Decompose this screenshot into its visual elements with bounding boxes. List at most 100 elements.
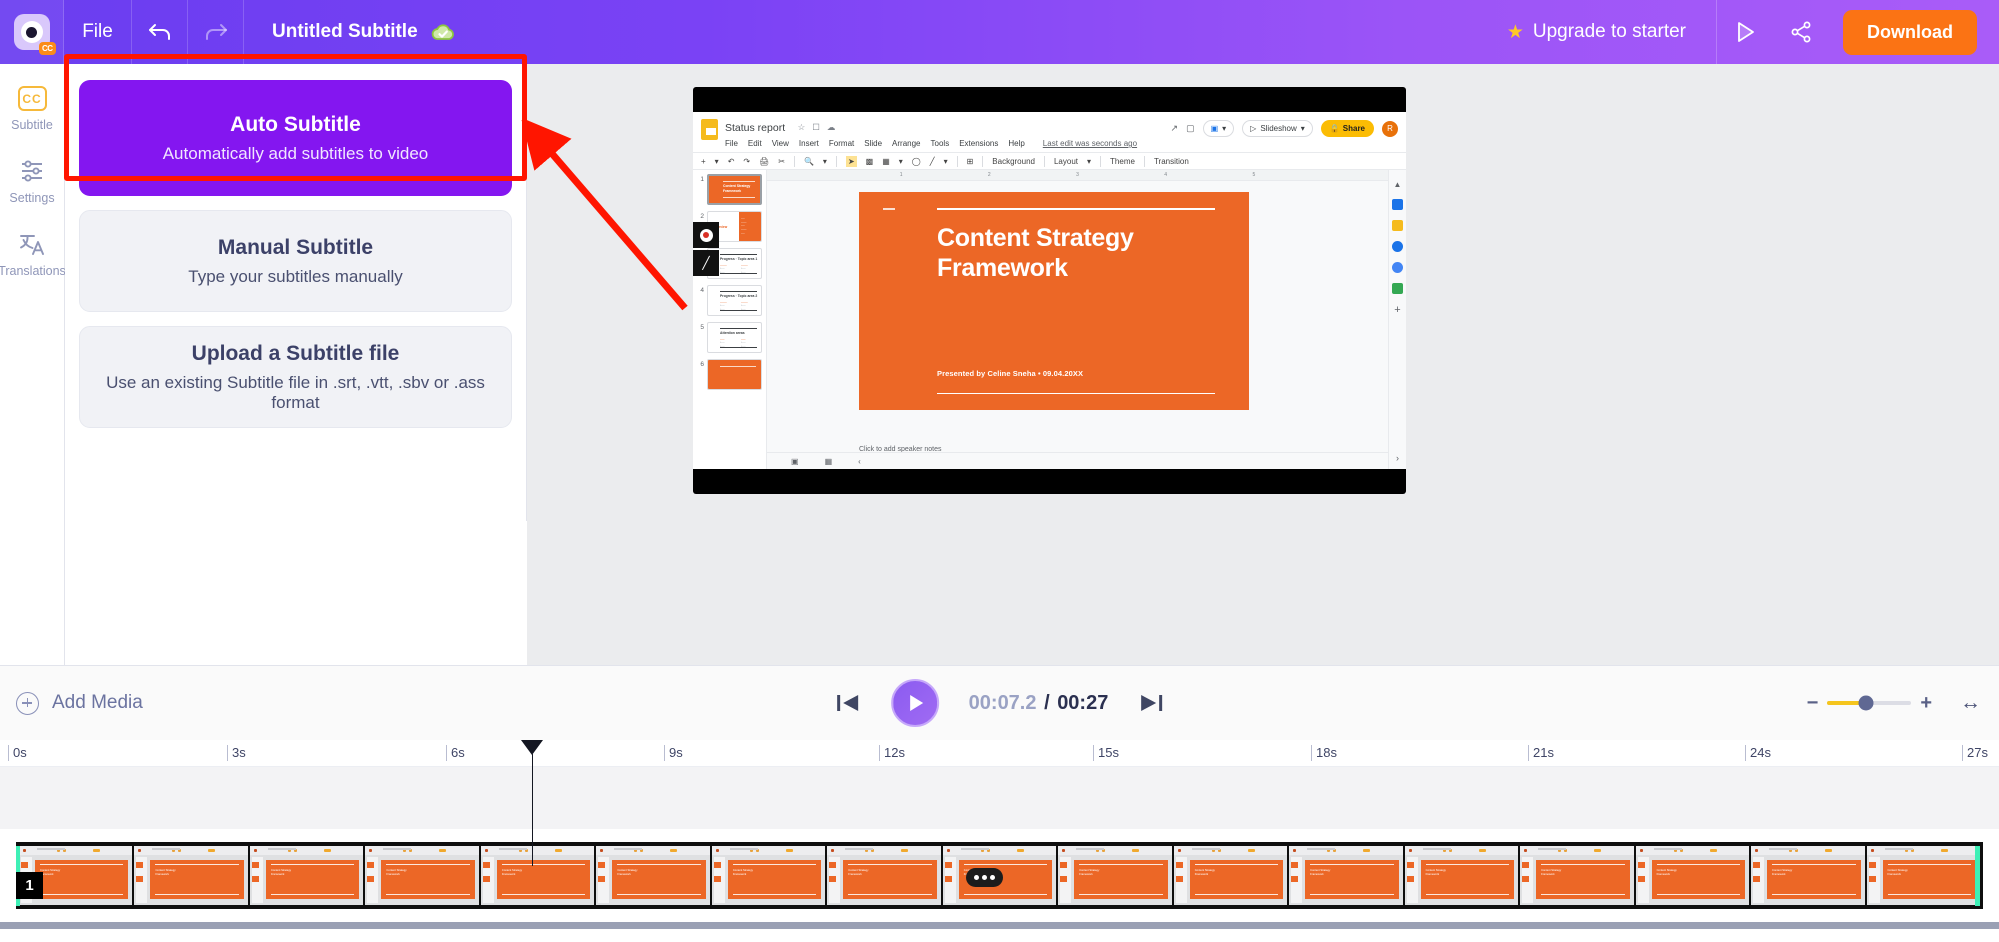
comment-add-icon[interactable]: ⊞ — [967, 157, 974, 166]
drag-handle-icon[interactable] — [966, 868, 1003, 887]
cloud-status-icon[interactable]: ☁ — [827, 122, 836, 133]
select-tool-icon[interactable]: ➤ — [846, 156, 857, 167]
slides-canvas[interactable]: 1 2 3 4 5 Content Strategy Framework Pre… — [767, 170, 1388, 469]
auto-subtitle-card[interactable]: Auto Subtitle Automatically add subtitle… — [79, 80, 512, 196]
upgrade-button[interactable]: ★ Upgrade to starter — [1507, 21, 1716, 44]
chevron-down-icon[interactable]: ▾ — [1087, 157, 1091, 166]
list-item[interactable]: 5 Attention areas ── ── •──•── •──•── — [696, 322, 763, 353]
timeline-frame[interactable]: Content StrategyFramework — [1289, 846, 1402, 905]
sidebar-item-subtitle[interactable]: CC Subtitle — [0, 86, 64, 132]
slides-menu-extensions[interactable]: Extensions — [959, 139, 998, 148]
zoom-in-button[interactable]: + — [1920, 692, 1932, 715]
explore-icon[interactable] — [1392, 199, 1403, 210]
theme-button[interactable]: Theme — [1110, 157, 1135, 166]
download-button[interactable]: Download — [1843, 10, 1977, 55]
undo-icon[interactable]: ↶ — [728, 157, 735, 166]
keep-icon[interactable] — [1392, 220, 1403, 231]
slides-menu-insert[interactable]: Insert — [799, 139, 819, 148]
manual-subtitle-card[interactable]: Manual Subtitle Type your subtitles manu… — [79, 210, 512, 312]
zoom-out-button[interactable]: − — [1807, 692, 1819, 715]
print-icon[interactable]: 🖨 — [759, 157, 769, 166]
playhead-marker[interactable] — [521, 740, 543, 755]
zoom-slider[interactable]: − + — [1807, 692, 1932, 715]
timeline-frame[interactable]: Content StrategyFramework — [1867, 846, 1980, 905]
comment-icon[interactable]: ▢ — [1186, 123, 1195, 134]
timeline-frame[interactable]: Content StrategyFramework — [481, 846, 594, 905]
shape-icon[interactable]: ◯ — [912, 157, 921, 166]
sidebar-item-settings[interactable]: Settings — [0, 158, 64, 205]
avatar[interactable]: R — [1382, 121, 1398, 137]
slide-thumbnail[interactable]: Progress · Topic area 2 ─── ─── •──•── •… — [707, 285, 762, 316]
add-slide-icon[interactable]: + — [701, 157, 706, 166]
activity-chart-icon[interactable]: ↗ — [1171, 123, 1179, 134]
slides-menu-help[interactable]: Help — [1008, 139, 1024, 148]
timeline-frame[interactable]: Content StrategyFramework — [250, 846, 363, 905]
textbox-icon[interactable]: ▩ — [866, 157, 874, 166]
collapse-panel-icon[interactable]: ▲ — [1394, 180, 1402, 189]
chevron-down-icon[interactable]: ▾ — [715, 157, 719, 166]
timeline-frame[interactable]: Content StrategyFramework — [596, 846, 709, 905]
slide-thumbnail[interactable]: Content Strategy Framework — [707, 174, 762, 205]
video-preview[interactable]: Status report ☆ ☐ ☁ File Edit View Inser… — [693, 87, 1406, 494]
preview-play-icon[interactable] — [1717, 0, 1773, 64]
tasks-icon[interactable] — [1392, 241, 1403, 252]
background-button[interactable]: Background — [992, 157, 1035, 166]
list-item[interactable]: 1 Content Strategy Framework — [696, 174, 763, 205]
zoom-track[interactable] — [1827, 701, 1911, 705]
play-button[interactable] — [891, 679, 939, 727]
collapse-icon[interactable]: ‹ — [858, 457, 861, 466]
slide-thumbnail[interactable]: Attention areas ── ── •──•── •──•── — [707, 322, 762, 353]
timeline-frame[interactable]: Content StrategyFramework — [1751, 846, 1864, 905]
file-menu-button[interactable]: File — [64, 0, 132, 64]
fit-to-screen-icon[interactable]: ↔ — [1960, 691, 1981, 715]
slides-menu-arrange[interactable]: Arrange — [892, 139, 920, 148]
paint-format-icon[interactable]: ✂ — [778, 157, 785, 166]
slides-menu-edit[interactable]: Edit — [748, 139, 762, 148]
add-addon-icon[interactable]: + — [1394, 304, 1400, 316]
skip-to-end-icon[interactable] — [1138, 691, 1164, 715]
share-icon[interactable] — [1773, 0, 1829, 64]
timeline-frame[interactable]: Content StrategyFramework — [1405, 846, 1518, 905]
active-slide[interactable]: Content Strategy Framework Presented by … — [859, 192, 1249, 410]
redo-icon[interactable]: ↷ — [743, 157, 750, 166]
maps-icon[interactable] — [1392, 283, 1403, 294]
app-logo[interactable]: CC — [0, 0, 64, 64]
timeline-track-area[interactable] — [0, 767, 1999, 829]
image-icon[interactable]: ▦ — [882, 157, 890, 166]
skip-to-start-icon[interactable] — [835, 691, 861, 715]
timeline-frame[interactable]: Content StrategyFramework — [1520, 846, 1633, 905]
chevron-down-icon[interactable]: ▾ — [899, 157, 903, 166]
meet-button[interactable]: ▣ ▾ — [1203, 120, 1235, 137]
project-title-area[interactable]: Untitled Subtitle — [244, 0, 484, 64]
timeline-frame[interactable]: Content StrategyFramework — [827, 846, 940, 905]
slide-thumbnail[interactable] — [707, 359, 762, 390]
redo-icon[interactable] — [188, 0, 244, 64]
slides-menu-view[interactable]: View — [772, 139, 789, 148]
transition-button[interactable]: Transition — [1154, 157, 1189, 166]
contacts-icon[interactable] — [1392, 262, 1403, 273]
upload-subtitle-card[interactable]: Upload a Subtitle file Use an existing S… — [79, 326, 512, 428]
list-item[interactable]: 6 — [696, 359, 763, 390]
star-icon[interactable]: ☆ — [798, 122, 806, 133]
zoom-knob[interactable] — [1858, 696, 1873, 711]
timeline-ruler[interactable]: 0s 3s 6s 9s 12s 15s 18s 21s 24s 27s — [0, 740, 1999, 767]
timeline-frame[interactable]: Content StrategyFramework — [134, 846, 247, 905]
grid-view-icon[interactable]: ▦ — [825, 457, 833, 466]
expand-icon[interactable]: › — [1396, 453, 1399, 463]
pen-icon[interactable]: ╱ — [693, 250, 719, 276]
slides-menu-tools[interactable]: Tools — [931, 139, 950, 148]
timeline-frame[interactable]: Content StrategyFramework — [1174, 846, 1287, 905]
slideshow-button[interactable]: ▷ Slideshow ▾ — [1242, 120, 1313, 137]
move-to-folder-icon[interactable]: ☐ — [812, 122, 820, 133]
chevron-down-icon[interactable]: ▾ — [823, 157, 827, 166]
timeline-frame[interactable]: Content StrategyFramework — [1636, 846, 1749, 905]
undo-icon[interactable] — [132, 0, 188, 64]
add-media-button[interactable]: Add Media — [16, 692, 143, 715]
layout-button[interactable]: Layout — [1054, 157, 1078, 166]
notes-view-icon[interactable]: ▣ — [791, 457, 799, 466]
zoom-icon[interactable]: 🔍 — [804, 157, 814, 166]
timeline-frame[interactable]: Content StrategyFramework — [365, 846, 478, 905]
sidebar-item-translations[interactable]: Translations — [0, 231, 64, 278]
slides-menu-file[interactable]: File — [725, 139, 738, 148]
chevron-down-icon[interactable]: ▾ — [944, 157, 948, 166]
